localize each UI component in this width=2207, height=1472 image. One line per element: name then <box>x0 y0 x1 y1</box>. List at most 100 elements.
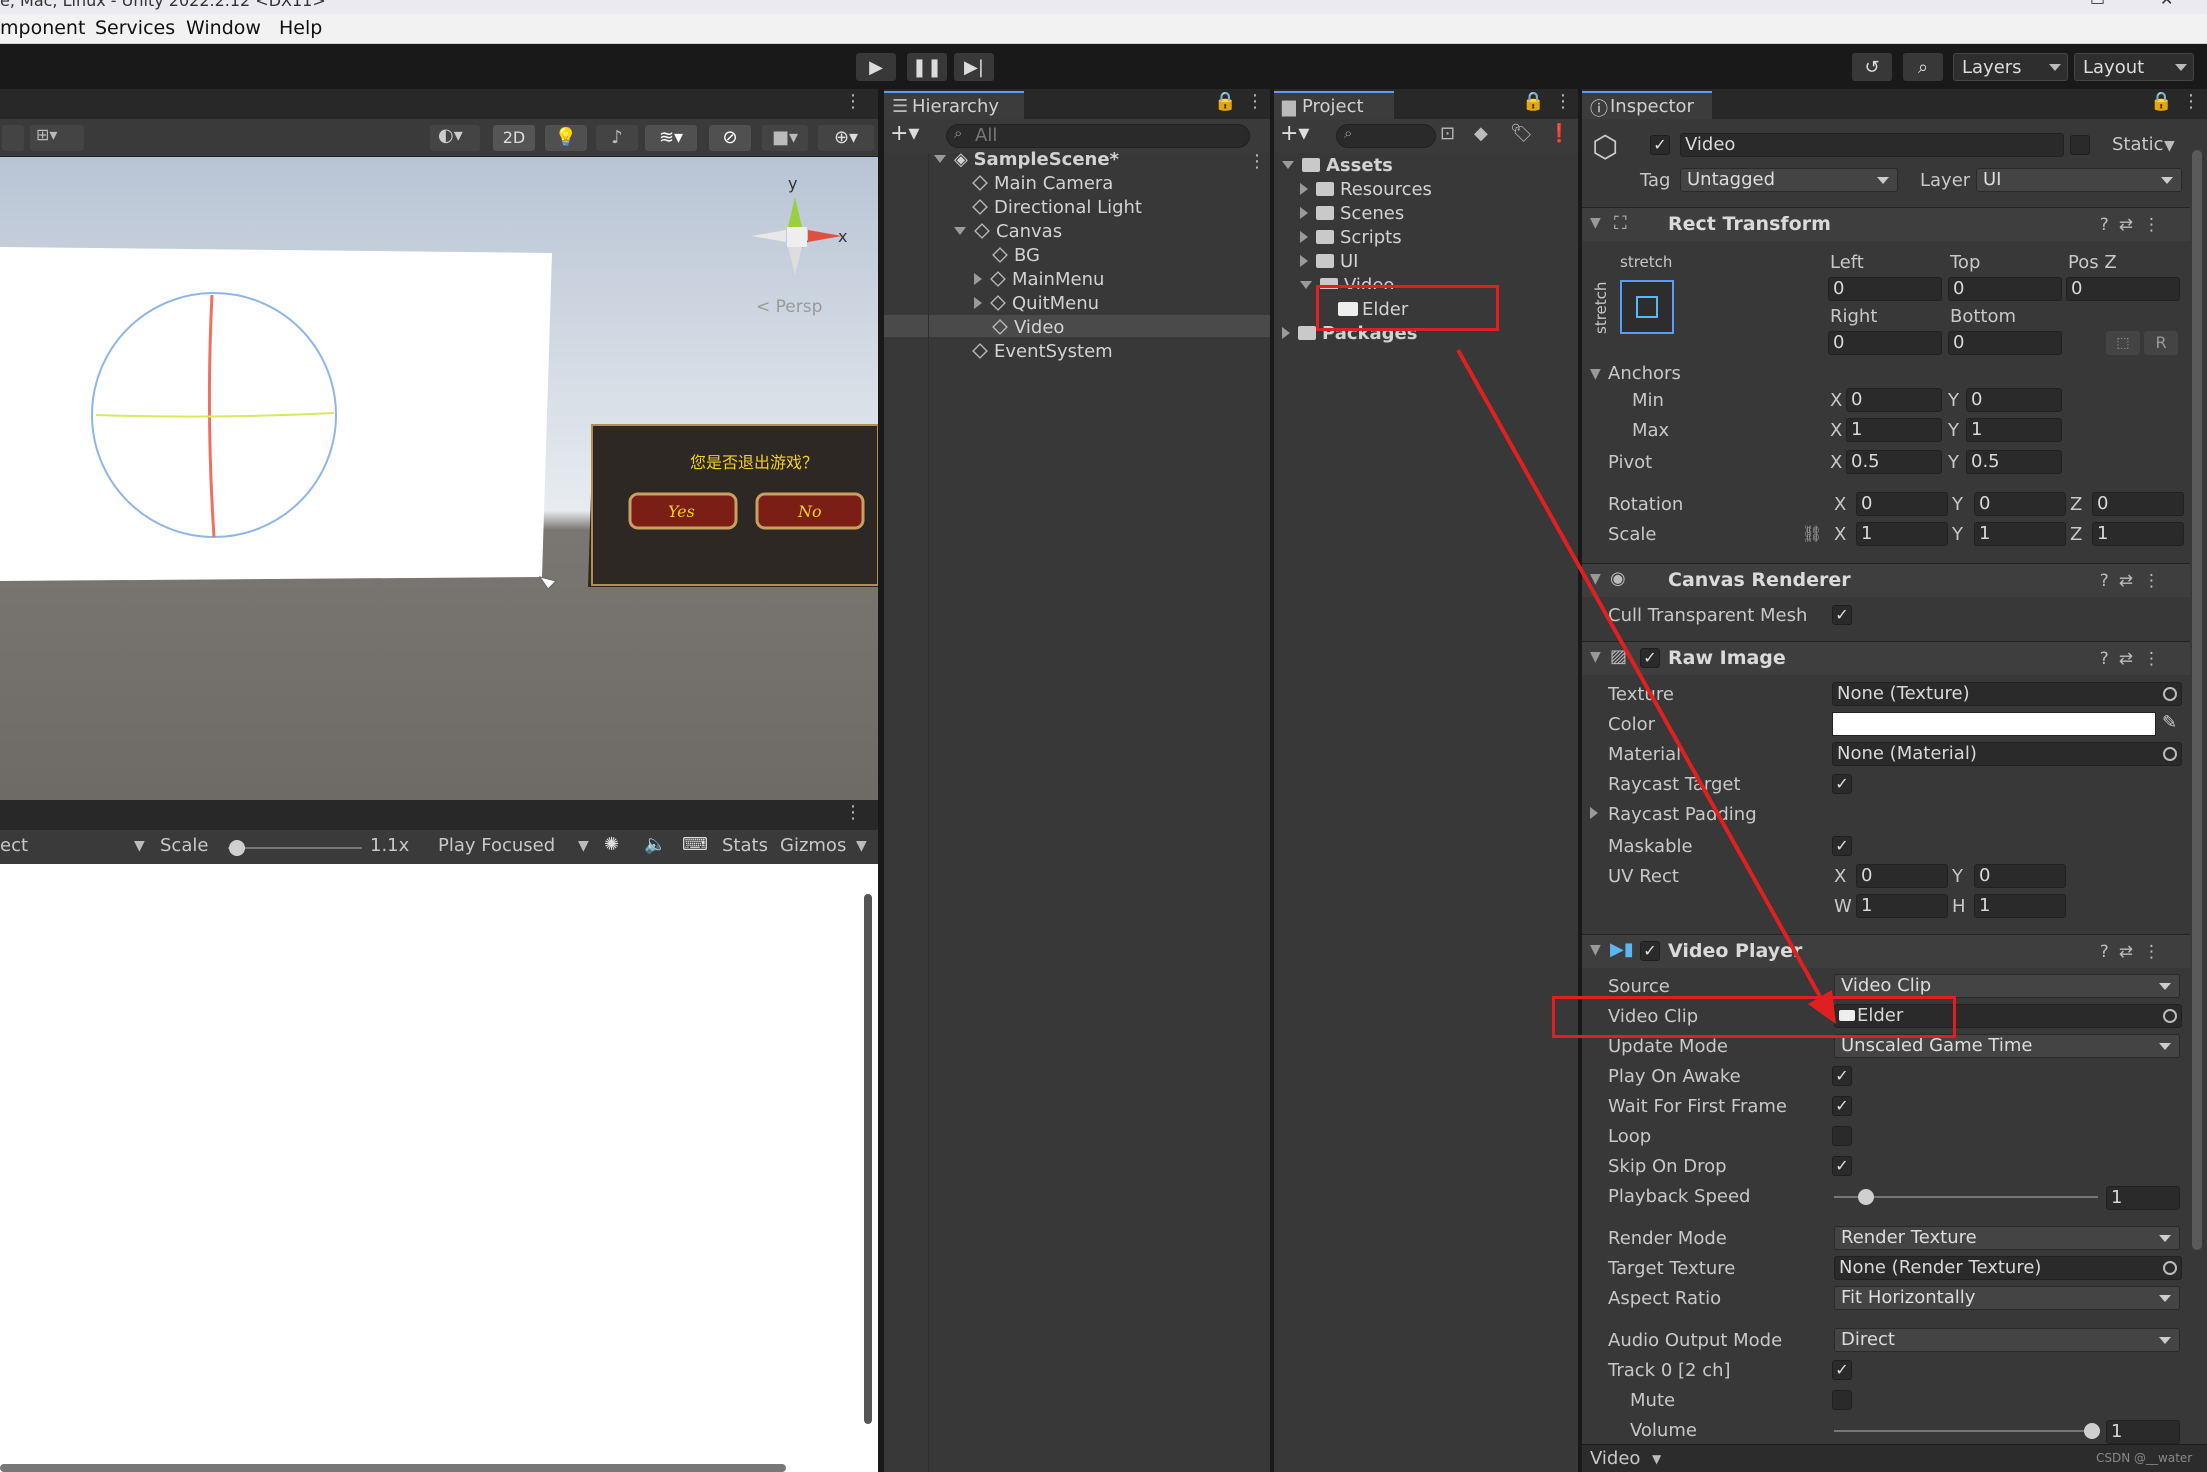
maximize-icon[interactable]: ▭ <box>2090 0 2105 9</box>
project-label-icon[interactable]: 🏷 <box>1510 123 1533 144</box>
wait-first-frame-checkbox[interactable]: ✓ <box>1832 1096 1852 1116</box>
menu-component[interactable]: mponent <box>0 17 85 39</box>
anchor-presets-button[interactable] <box>1620 280 1674 334</box>
uv-y[interactable]: 0 <box>1974 864 2066 888</box>
inspector-more-icon[interactable]: ⋮ <box>2182 91 2200 112</box>
component-icons[interactable]: ?⇄⋮ <box>2100 942 2170 962</box>
raycast-padding-expand-icon[interactable] <box>1590 807 1598 819</box>
inspector-tab[interactable]: ⓘ Inspector <box>1582 91 1712 120</box>
project-scenes-row[interactable]: Scenes <box>1300 203 1404 224</box>
lighting-toggle-icon[interactable]: 💡 <box>545 125 587 151</box>
display-dropdown[interactable]: ect <box>0 835 28 856</box>
bottom-field[interactable]: 0 <box>1948 331 2062 355</box>
scale-slider-thumb[interactable] <box>229 840 245 856</box>
object-name-input[interactable]: Video <box>1680 133 2064 157</box>
ui-expand-icon[interactable] <box>1300 255 1308 267</box>
texture-field[interactable]: None (Texture) <box>1832 682 2182 706</box>
project-more-icon[interactable]: ⋮ <box>1554 91 1572 112</box>
rotation-z[interactable]: 0 <box>2092 492 2184 516</box>
effects-toggle-icon[interactable]: ≋▾ <box>645 125 697 151</box>
close-icon[interactable]: ✕ <box>2160 0 2173 9</box>
hierarchy-item-video[interactable]: Video <box>992 317 1064 338</box>
raw-edit-button[interactable]: R <box>2144 331 2178 355</box>
collapse-icon[interactable]: ▼ <box>1590 571 1601 587</box>
scene-dropdown-a[interactable] <box>2 125 24 151</box>
static-caret[interactable]: ▼ <box>2164 138 2175 154</box>
mainmenu-expand-icon[interactable] <box>974 273 982 285</box>
mute-checkbox[interactable] <box>1832 1390 1852 1410</box>
hierarchy-item-directional-light[interactable]: Directional Light <box>972 197 1142 218</box>
bug-icon[interactable]: ✺ <box>604 834 619 855</box>
anchors-max-y[interactable]: 1 <box>1966 418 2062 442</box>
target-texture-field[interactable]: None (Render Texture) <box>1834 1256 2182 1280</box>
skip-on-drop-checkbox[interactable]: ✓ <box>1832 1156 1852 1176</box>
track0-checkbox[interactable]: ✓ <box>1832 1360 1852 1380</box>
volume-slider-track[interactable] <box>1834 1430 2098 1432</box>
gizmos-button[interactable]: Gizmos <box>780 835 846 856</box>
uv-x[interactable]: 0 <box>1856 864 1948 888</box>
video-expand-icon[interactable] <box>1300 281 1312 289</box>
scene-expand-icon[interactable] <box>934 155 946 163</box>
static-checkbox[interactable] <box>2070 135 2090 155</box>
cull-checkbox[interactable]: ✓ <box>1832 605 1852 625</box>
object-picker-icon[interactable] <box>2163 687 2177 701</box>
maskable-checkbox[interactable]: ✓ <box>1832 836 1852 856</box>
project-add-button[interactable]: +▾ <box>1280 121 1309 146</box>
rotation-y[interactable]: 0 <box>1974 492 2066 516</box>
source-dropdown[interactable]: Video Clip <box>1834 974 2180 998</box>
anchors-collapse-icon[interactable]: ▼ <box>1590 366 1601 382</box>
hidden-objects-icon[interactable]: ⊘ <box>709 125 751 151</box>
play-focused-dropdown[interactable]: Play Focused <box>438 835 555 856</box>
game-scrollbar[interactable] <box>864 894 872 1424</box>
toggle-2d-button[interactable]: 2D <box>493 125 535 151</box>
scene-camera-icon[interactable]: ■▾ <box>762 125 808 151</box>
anchors-min-y[interactable]: 0 <box>1966 388 2062 412</box>
rotation-x[interactable]: 0 <box>1856 492 1948 516</box>
hierarchy-lock-icon[interactable]: 🔒 <box>1214 91 1236 112</box>
aspect-ratio-dropdown[interactable]: Fit Horizontally <box>1834 1286 2180 1310</box>
game-render-area[interactable] <box>0 864 878 1472</box>
color-swatch[interactable] <box>1832 712 2156 736</box>
project-resources-row[interactable]: Resources <box>1300 179 1432 200</box>
constrain-proportions-icon[interactable]: ⛓ <box>1802 524 1822 543</box>
scripts-expand-icon[interactable] <box>1300 231 1308 243</box>
object-picker-icon[interactable] <box>2163 747 2177 761</box>
resources-expand-icon[interactable] <box>1300 183 1308 195</box>
scale-z[interactable]: 1 <box>2092 522 2184 546</box>
hierarchy-item-eventsystem[interactable]: EventSystem <box>972 341 1113 362</box>
play-button[interactable]: ▶ <box>856 53 896 81</box>
object-picker-icon[interactable] <box>2163 1261 2177 1275</box>
scale-x[interactable]: 1 <box>1856 522 1948 546</box>
scene-more-icon[interactable]: ⋮ <box>844 91 862 112</box>
hierarchy-more-icon[interactable]: ⋮ <box>1246 91 1264 112</box>
posz-field[interactable]: 0 <box>2066 277 2180 301</box>
menu-window[interactable]: Window <box>186 17 261 39</box>
eyedropper-icon[interactable]: ✎ <box>2162 712 2177 733</box>
material-field[interactable]: None (Material) <box>1832 742 2182 766</box>
project-tab[interactable]: ▆ Project <box>1274 91 1394 119</box>
hierarchy-search-input[interactable]: All <box>946 124 1250 148</box>
active-checkbox[interactable]: ✓ <box>1650 135 1670 155</box>
component-icons[interactable]: ?⇄⋮ <box>2100 571 2170 591</box>
top-field[interactable]: 0 <box>1948 277 2062 301</box>
project-warning-icon[interactable]: ❗ <box>1548 123 1570 144</box>
video-player-header[interactable]: ▼ ▶▮ ✓ Video Player ?⇄⋮ <box>1582 934 2190 968</box>
step-button[interactable]: ▶| <box>954 53 994 81</box>
pivot-x[interactable]: 0.5 <box>1846 450 1942 474</box>
canvas-renderer-header[interactable]: ▼ ◉ Canvas Renderer ?⇄⋮ <box>1582 563 2190 597</box>
game-more-icon[interactable]: ⋮ <box>844 802 862 823</box>
collapse-icon[interactable]: ▼ <box>1590 215 1601 231</box>
layout-dropdown[interactable]: Layout <box>2074 53 2194 81</box>
project-lock-icon[interactable]: 🔒 <box>1522 91 1544 112</box>
stats-button[interactable]: Stats <box>722 835 768 856</box>
anchors-max-x[interactable]: 1 <box>1846 418 1942 442</box>
object-picker-icon[interactable] <box>2163 1009 2177 1023</box>
uv-w[interactable]: 1 <box>1856 894 1948 918</box>
grid-snap-icon[interactable]: ⊞▾ <box>30 125 84 151</box>
video-player-enabled-checkbox[interactable]: ✓ <box>1640 941 1660 961</box>
playback-speed-slider-thumb[interactable] <box>1858 1189 1874 1205</box>
keyboard-icon[interactable]: ⌨ <box>682 834 708 855</box>
hierarchy-tab[interactable]: ☰ Hierarchy <box>884 91 1024 119</box>
gizmos-caret[interactable]: ▼ <box>856 838 867 854</box>
hierarchy-scene-row[interactable]: ◈ SampleScene* <box>934 149 1119 170</box>
